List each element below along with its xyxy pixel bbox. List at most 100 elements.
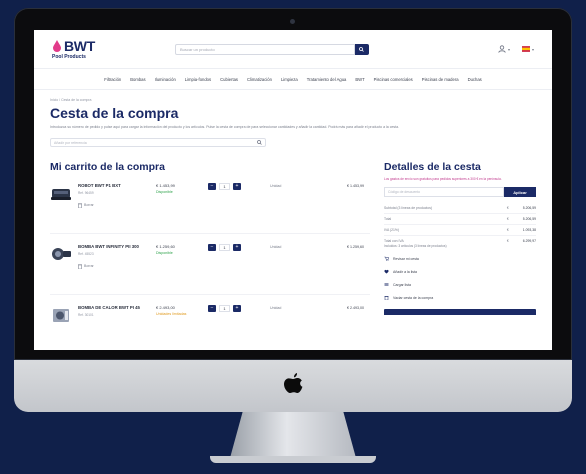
language-menu[interactable]: ▾ bbox=[521, 45, 534, 53]
nav-item-limpieza[interactable]: Limpieza bbox=[281, 77, 298, 82]
line-total: € 1.259,60 bbox=[347, 245, 364, 249]
unit-label: Unidad bbox=[270, 184, 282, 188]
cart-summary: Detalles de la cesta Los gastos de envío… bbox=[384, 161, 536, 350]
stock-status: Unidades limitadas bbox=[156, 312, 187, 316]
remove-item-button[interactable]: Borrar bbox=[78, 264, 156, 269]
stock-status: Disponible bbox=[156, 190, 173, 194]
trash-icon bbox=[78, 203, 82, 208]
nav-item-piscinas-comerciales[interactable]: Piscinas comerciales bbox=[374, 77, 413, 82]
cart-title: Mi carrito de la compra bbox=[50, 161, 165, 173]
nav-item-tratamiento[interactable]: Tratamiento del Agua bbox=[307, 77, 347, 82]
review-cart-link[interactable]: Revisar mi cesta bbox=[384, 256, 536, 262]
product-name[interactable]: BOMBA BWT INFINITY PII 300 bbox=[78, 244, 156, 250]
decrease-qty-button[interactable]: − bbox=[208, 305, 216, 312]
discount-code-input[interactable]: Código de descuento bbox=[384, 187, 504, 198]
search-button[interactable] bbox=[354, 43, 369, 55]
unit-label: Unidad bbox=[270, 245, 282, 249]
cart-icon bbox=[384, 256, 389, 262]
page-title: Cesta de la compra bbox=[50, 105, 179, 121]
discount-form: Código de descuento Aplicar bbox=[384, 187, 536, 198]
apply-discount-button[interactable]: Aplicar bbox=[504, 187, 536, 198]
decrease-qty-button[interactable]: − bbox=[208, 183, 216, 190]
increase-qty-button[interactable]: + bbox=[233, 183, 241, 190]
line-total: € 2.493,00 bbox=[347, 306, 364, 310]
monitor-base bbox=[210, 456, 376, 463]
quantity-input[interactable]: 1 bbox=[219, 183, 230, 190]
heat-pump-thumbnail bbox=[53, 309, 69, 322]
line-total: € 1.453,99 bbox=[347, 184, 364, 188]
summary-title: Detalles de la cesta bbox=[384, 161, 481, 173]
quantity-input[interactable]: 1 bbox=[219, 244, 230, 251]
search-input[interactable]: Buscar un producto bbox=[174, 43, 355, 55]
product-ref: Ref. 30101 bbox=[78, 312, 94, 317]
quantity-stepper: − 1 + bbox=[208, 244, 270, 251]
monitor-frame: BWT Pool Products Buscar un producto ▾ ▾… bbox=[14, 8, 572, 360]
summary-row-total: Total € 5.206,59 bbox=[384, 214, 536, 226]
stock-status: Disponible bbox=[156, 251, 173, 255]
summary-row-subtotal: Subtotal (3 líneas de productos) € 5.206… bbox=[384, 203, 536, 215]
chevron-down-icon: ▾ bbox=[507, 46, 510, 52]
page-intro: Introduzca su número de pedido y pulse a… bbox=[50, 125, 400, 129]
heart-icon bbox=[384, 270, 389, 274]
list-icon bbox=[384, 283, 389, 287]
load-list-link[interactable]: Cargar lista bbox=[384, 282, 536, 287]
increase-qty-button[interactable]: + bbox=[233, 305, 241, 312]
camera-dot bbox=[290, 19, 295, 24]
main-nav: Filtración Bombas Iluminación Limpia-fon… bbox=[34, 69, 552, 90]
nav-item-bwt[interactable]: BWT bbox=[355, 77, 364, 82]
product-ref: Ref. 96459 bbox=[78, 190, 94, 195]
nav-item-bombas[interactable]: Bombas bbox=[130, 77, 145, 82]
add-by-reference-input[interactable]: Añadir por referencia bbox=[50, 138, 266, 147]
cart-layout: Mi carrito de la compra ROBOT BWT P1 BXT… bbox=[50, 161, 536, 350]
product-name[interactable]: BOMBA DE CALOR BWT PI 45 bbox=[78, 305, 156, 311]
browser-screen: BWT Pool Products Buscar un producto ▾ ▾… bbox=[34, 30, 552, 350]
search-icon bbox=[257, 140, 262, 145]
unit-label: Unidad bbox=[270, 306, 282, 310]
nav-item-climatizacion[interactable]: Climatización bbox=[247, 77, 272, 82]
pump-thumbnail bbox=[52, 248, 71, 260]
monitor-stand bbox=[230, 412, 356, 458]
account-menu[interactable]: ▾ bbox=[498, 45, 510, 53]
page-content: Inicio / Cesta de la compra Cesta de la … bbox=[34, 90, 552, 350]
nav-item-piscinas-madera[interactable]: Piscinas de madera bbox=[422, 77, 459, 82]
site-header: BWT Pool Products Buscar un producto ▾ ▾ bbox=[34, 30, 552, 69]
header-icons: ▾ ▾ bbox=[498, 45, 534, 53]
trash-icon bbox=[78, 264, 82, 269]
breadcrumb[interactable]: Inicio / Cesta de la compra bbox=[50, 98, 536, 102]
increase-qty-button[interactable]: + bbox=[233, 244, 241, 251]
add-by-reference-placeholder: Añadir por referencia bbox=[54, 140, 87, 145]
nav-item-duchas[interactable]: Duchas bbox=[468, 77, 482, 82]
cart-item: BOMBA DE CALOR BWT PI 45 Ref. 30101 € 2.… bbox=[50, 305, 370, 350]
user-icon bbox=[498, 45, 506, 53]
decrease-qty-button[interactable]: − bbox=[208, 244, 216, 251]
empty-cart-link[interactable]: Vaciar cesta de la compra bbox=[384, 295, 536, 301]
nav-item-iluminacion[interactable]: Iluminación bbox=[155, 77, 176, 82]
quantity-input[interactable]: 1 bbox=[219, 305, 230, 312]
cart-item: BOMBA BWT INFINITY PII 300 Ref. 45523 Bo… bbox=[50, 244, 370, 295]
apple-logo-icon bbox=[284, 373, 303, 393]
trash-icon bbox=[384, 296, 389, 301]
remove-item-button[interactable]: Borrar bbox=[78, 203, 156, 208]
add-to-list-link[interactable]: Añadir a la lista bbox=[384, 269, 536, 274]
remove-label: Borrar bbox=[84, 203, 94, 208]
bwt-logo[interactable]: BWT Pool Products bbox=[52, 39, 95, 60]
spain-flag-icon bbox=[521, 46, 530, 52]
nav-item-cubiertas[interactable]: Cubiertas bbox=[220, 77, 238, 82]
search-bar: Buscar un producto bbox=[174, 43, 369, 55]
search-icon bbox=[359, 46, 365, 52]
nav-item-limpia-fondos[interactable]: Limpia-fondos bbox=[185, 77, 211, 82]
remove-label: Borrar bbox=[84, 264, 94, 269]
product-ref: Ref. 45523 bbox=[78, 251, 94, 256]
unit-price: € 1.453,99 bbox=[156, 183, 175, 188]
chevron-down-icon: ▾ bbox=[531, 46, 534, 52]
cart-section: Mi carrito de la compra ROBOT BWT P1 BXT… bbox=[50, 161, 370, 350]
unit-price: € 2.493,00 bbox=[156, 305, 175, 310]
unit-price: € 1.259,60 bbox=[156, 244, 175, 249]
shipping-note: Los gastos de envío son gratuitos para p… bbox=[384, 177, 502, 181]
quantity-stepper: − 1 + bbox=[208, 305, 270, 312]
product-name[interactable]: ROBOT BWT P1 BXT bbox=[78, 183, 156, 189]
nav-item-filtracion[interactable]: Filtración bbox=[104, 77, 121, 82]
summary-row-vat: IVA (21%) € 1.093,38 bbox=[384, 225, 536, 237]
checkout-button[interactable] bbox=[384, 309, 536, 316]
monitor-chin bbox=[14, 360, 572, 412]
